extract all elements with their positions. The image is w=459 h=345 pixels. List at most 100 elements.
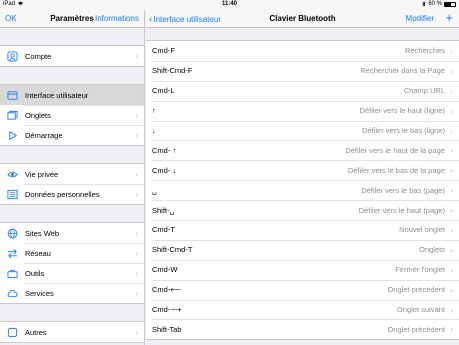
chevron-right-icon: › [135,268,138,278]
chevron-right-icon: › [450,224,453,235]
shortcut-key: Shift-Cmd-F [152,66,193,76]
list-icon [6,188,18,200]
toolbox-icon [6,267,18,279]
chevron-right-icon: › [135,228,138,238]
shortcut-key: Shift-␣ [152,205,175,215]
sidebar-item[interactable]: Données personnelles › [0,184,144,204]
info-button[interactable]: Informations [95,14,139,23]
shortcut-row[interactable]: Shift-Tab Onglet précédent › [146,319,459,340]
sidebar-item[interactable]: Réseau › [0,243,144,263]
shortcut-row[interactable]: Shift-Cmd-T Onglets › [146,239,459,260]
sidebar-item-label: Sites Web [25,228,60,238]
shortcut-row[interactable]: Shift-Cmd-F Rechercher dans la Page › [146,60,459,81]
shortcut-row[interactable]: Cmd-W Fermer l'onglet › [146,259,459,280]
bluetooth-icon [422,1,426,7]
shortcut-action: Onglet précédent [387,285,445,295]
sidebar-item[interactable]: Démarrage › [0,125,144,145]
cloud-icon [6,287,18,299]
chevron-right-icon: › [450,324,453,335]
shortcut-action: Onglet suivant [397,305,445,315]
shortcut-action: Défiler vers le bas (ligne) [362,126,445,135]
sidebar-item[interactable]: Vie privée › [0,164,144,184]
shortcut-row[interactable]: ␣ Défiler vers le bas (page) › [146,180,459,201]
shortcut-key: Cmd-F [152,46,175,56]
sidebar-item[interactable]: Outils › [0,263,144,283]
shortcut-row[interactable]: Shift-␣ Défiler vers le haut (page) › [146,200,459,221]
chevron-right-icon: › [450,264,453,275]
shortcut-key: Shift-Tab [152,324,182,334]
edit-button[interactable]: Modifier [406,14,434,23]
sidebar-item[interactable]: Autres › [0,322,144,342]
sidebar-item[interactable]: Services › [0,283,144,303]
shortcut-row[interactable]: Cmd-F Recherches › [146,41,459,61]
shortcut-key: ␣ [152,185,157,195]
sidebar-item-label: Outils [25,268,45,278]
shortcut-row[interactable]: Cmd-⟵ Onglet précédent › [146,279,459,300]
sidebar-item-label: Compte [25,51,52,61]
shortcut-row[interactable]: Cmd- ↑ Défiler vers le haut de la page › [146,140,459,161]
sidebar-item-label: Démarrage [25,130,63,140]
shortcut-action: Onglets [419,245,445,255]
battery-icon [444,1,456,7]
shortcut-key: Cmd-L [152,86,175,96]
sidebar-item-label: Autres [25,327,47,337]
shortcut-row[interactable]: Cmd-⟶ Onglet suivant › [146,299,459,320]
shortcut-row[interactable]: Cmd- ↓ Défiler vers le bas de la page › [146,160,459,181]
shortcut-key: Cmd- ↑ [152,145,177,155]
chevron-right-icon: › [450,105,453,116]
master-pane: OK Paramètres Informations Compte › Interf… [0,10,145,345]
play-icon [6,129,18,141]
master-navbar: OK Paramètres Informations [0,10,144,28]
chevron-right-icon: › [135,51,138,61]
add-shortcut-button[interactable]: + [445,10,453,25]
shortcut-action: Nouvel onglet [399,225,445,235]
sidebar-item[interactable]: Compte › [0,46,144,66]
sidebar-item[interactable]: Interface utilisateur › [0,85,144,105]
chevron-right-icon: › [450,45,453,56]
shortcut-row[interactable]: ↓ Défiler vers le bas (ligne) › [146,120,459,141]
chevron-right-icon: › [450,284,453,295]
shortcut-action: Onglet précédent [387,324,445,334]
chevron-right-icon: › [135,169,138,179]
sidebar-item-label: Interface utilisateur [25,90,89,100]
globe-icon [6,227,18,239]
sidebar-item[interactable]: Sites Web › [0,223,144,243]
settings-group: Sites Web › Réseau › Outils › Services › [0,222,144,304]
arrows-icon [6,247,18,259]
battery-percent: 60 % [428,1,442,7]
shortcut-key: Cmd- ↓ [152,165,177,175]
chevron-right-icon: › [135,327,138,337]
battery-fill [445,2,451,6]
chevron-right-icon: › [450,205,453,216]
chevron-right-icon: › [135,130,138,140]
shortcut-key: Cmd-⟵ [152,285,182,295]
chevron-right-icon: › [450,304,453,315]
chevron-right-icon: › [450,125,453,136]
detail-navbar: ‹Interface utilisateur Clavier Bluetooth… [146,10,459,28]
shortcut-row[interactable]: Cmd-T Nouvel onglet › [146,220,459,240]
shortcut-action: Défiler vers le bas (page) [361,185,445,195]
shortcut-action: Recherches [404,46,445,56]
chevron-right-icon: › [450,185,453,196]
window-icon [6,89,18,101]
settings-group: Interface utilisateur › Onglets › Démarrage › [0,84,144,146]
shortcut-row[interactable]: ↑ Défiler vers le haut (ligne) › [146,100,459,121]
chevron-right-icon: › [450,85,453,96]
settings-group: Vie privée › Données personnelles › [0,163,144,205]
shortcut-row[interactable]: Cmd-L Champ URL › [146,80,459,101]
user-icon [6,50,18,62]
shortcut-action: Fermer l'onglet [395,265,445,275]
shortcut-key: ↓ [152,126,156,135]
shortcut-list: Cmd-F Recherches › Shift-Cmd-F Rechercher da… [146,40,459,341]
shortcut-action: Défiler vers le haut de la page [345,145,445,155]
tabs-icon [6,109,18,121]
sidebar-item-label: Services [25,288,54,298]
settings-group: Compte › [0,45,144,67]
shortcut-key: Cmd-⟶ [152,305,182,315]
sidebar-item[interactable]: Onglets › [0,105,144,125]
sidebar-item-label: Réseau [25,248,51,258]
